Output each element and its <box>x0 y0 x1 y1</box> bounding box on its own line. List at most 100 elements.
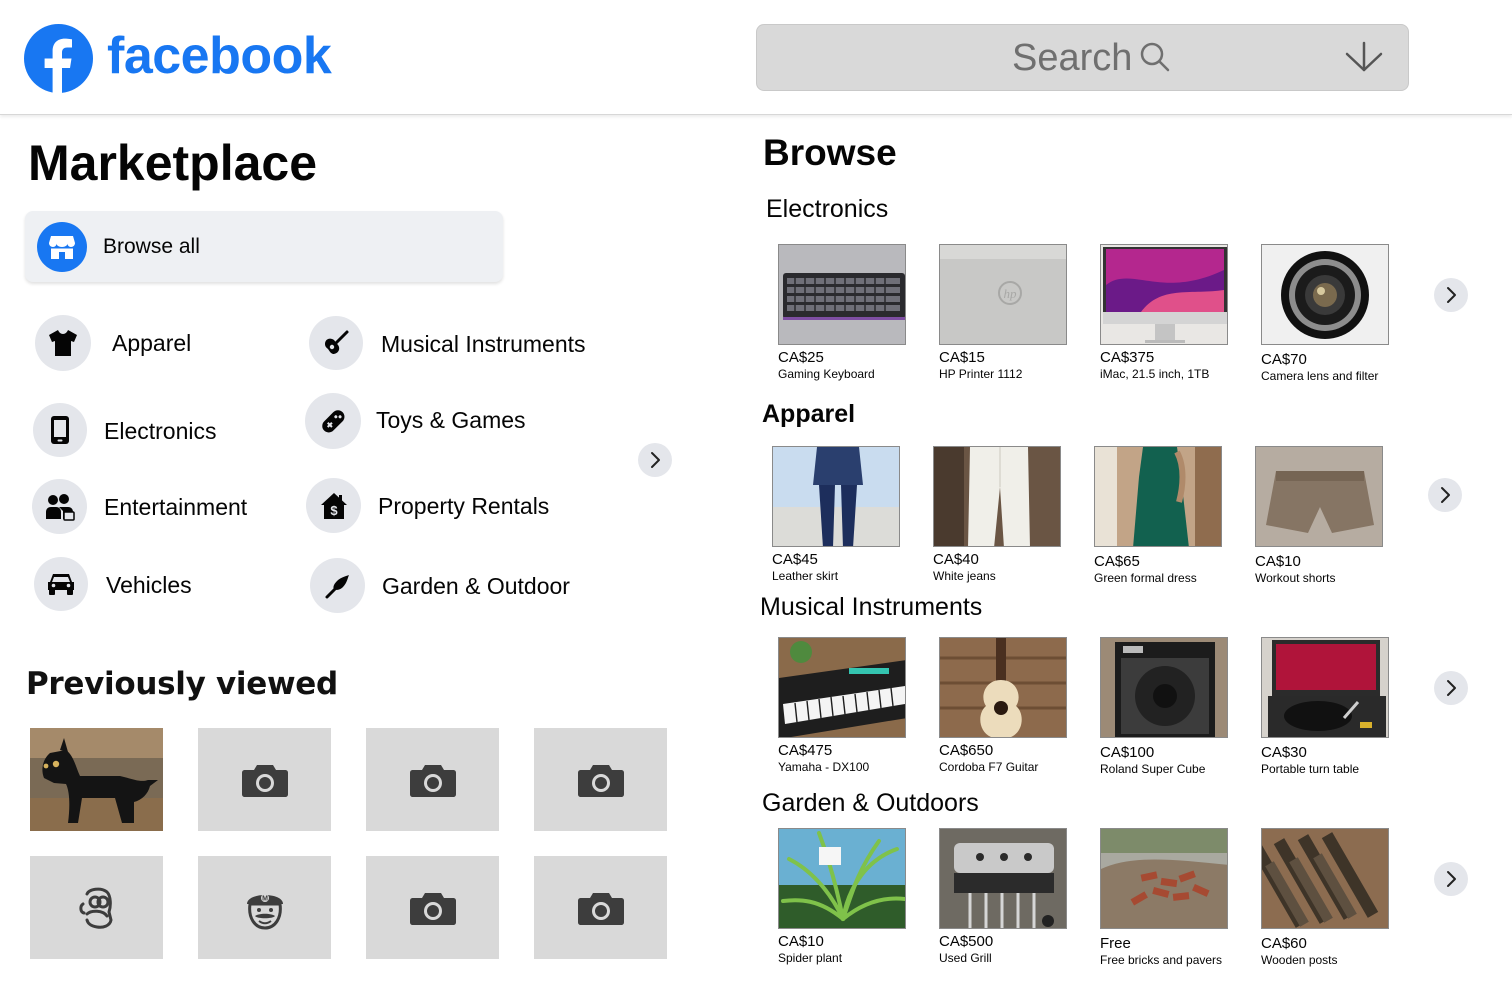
musical-instruments-next-button[interactable] <box>1434 671 1468 705</box>
category-label: Apparel <box>112 330 192 356</box>
svg-text:$: $ <box>330 503 338 518</box>
listing-photo <box>939 637 1067 738</box>
camera-icon <box>577 892 624 925</box>
listing-title: Free bricks and pavers <box>1100 953 1223 967</box>
previously-viewed-item[interactable] <box>534 856 667 959</box>
listing-title: Cordoba F7 Guitar <box>939 760 1039 774</box>
listing-price: CA$650 <box>939 742 994 759</box>
previously-viewed-item[interactable] <box>30 856 163 959</box>
gamepad-icon <box>305 393 361 449</box>
category-label: Musical Instruments <box>381 331 586 357</box>
listing-card[interactable]: CA$45 Leather skirt <box>772 446 900 583</box>
car-icon <box>34 557 88 611</box>
svg-text:hp: hp <box>1004 286 1018 301</box>
listing-card[interactable]: CA$40 White jeans <box>933 446 1061 583</box>
apparel-next-button[interactable] <box>1428 478 1462 512</box>
previously-viewed-item[interactable] <box>366 856 499 959</box>
listing-photo <box>1100 244 1228 345</box>
category-label: Property Rentals <box>378 493 550 519</box>
listing-card[interactable]: CA$500 Used Grill <box>939 828 1067 965</box>
search-bar[interactable]: Search <box>756 24 1409 91</box>
arrow-down-icon[interactable] <box>1344 40 1384 74</box>
listing-photo <box>778 828 906 929</box>
browse-all-button[interactable]: Browse all <box>25 211 503 282</box>
listing-price: CA$475 <box>778 742 833 759</box>
listing-card[interactable]: CA$100 Roland Super Cube <box>1100 637 1228 776</box>
listing-title: Wooden posts <box>1261 953 1338 967</box>
homer-icon <box>78 887 113 929</box>
listing-title: Leather skirt <box>772 569 839 583</box>
camera-icon <box>577 764 624 797</box>
listing-title: Workout shorts <box>1255 571 1336 585</box>
listing-card[interactable]: CA$10 Spider plant <box>778 828 906 965</box>
listing-price: CA$25 <box>778 349 824 366</box>
listing-card[interactable]: CA$375 iMac, 21.5 inch, 1TB <box>1100 244 1228 381</box>
listing-title: Green formal dress <box>1094 571 1197 585</box>
people-icon <box>32 479 87 534</box>
facebook-logo-icon[interactable] <box>24 24 93 93</box>
electronics-next-button[interactable] <box>1434 278 1468 312</box>
listing-price: CA$70 <box>1261 351 1307 368</box>
listing-photo <box>1261 828 1389 929</box>
listing-photo <box>778 637 906 738</box>
camera-icon <box>409 892 456 925</box>
camera-icon <box>409 764 456 797</box>
listing-card[interactable]: Free Free bricks and pavers <box>1100 828 1228 967</box>
listing-card[interactable]: hp CA$15 HP Printer 1112 <box>939 244 1067 381</box>
previously-viewed-item[interactable] <box>534 728 667 831</box>
listing-title: Portable turn table <box>1261 762 1360 776</box>
page-title: Marketplace <box>28 135 318 191</box>
listing-card[interactable]: CA$65 Green formal dress <box>1094 446 1222 585</box>
browse-heading: Browse <box>763 132 897 173</box>
listing-photo <box>1261 244 1389 345</box>
listing-price: CA$100 <box>1100 744 1155 761</box>
search-icon[interactable] <box>1138 40 1172 74</box>
listing-card[interactable]: CA$25 Gaming Keyboard <box>778 244 906 381</box>
guitar-icon <box>309 316 363 370</box>
listing-photo <box>933 446 1061 547</box>
listing-photo <box>1100 828 1228 929</box>
listing-card[interactable]: CA$475 Yamaha - DX100 <box>778 637 906 774</box>
shirt-icon <box>35 315 91 371</box>
category-label: Electronics <box>104 418 217 444</box>
listing-card[interactable]: CA$650 Cordoba F7 Guitar <box>939 637 1067 774</box>
listing-title: Camera lens and filter <box>1261 369 1379 383</box>
previously-viewed-item[interactable]: M <box>198 856 331 959</box>
listing-title: Used Grill <box>939 951 992 965</box>
facebook-wordmark[interactable]: facebook <box>107 26 332 86</box>
house-dollar-icon: $ <box>306 478 361 533</box>
categories-next-button[interactable] <box>638 443 672 477</box>
listing-card[interactable]: CA$60 Wooden posts <box>1261 828 1389 967</box>
section-heading-garden-outdoors[interactable]: Garden & Outdoors <box>762 789 979 818</box>
listing-card[interactable]: CA$70 Camera lens and filter <box>1261 244 1389 383</box>
previously-viewed-item[interactable] <box>30 728 163 831</box>
chevron-right-icon <box>1447 680 1456 696</box>
listing-title: HP Printer 1112 <box>939 367 1023 381</box>
listing-title: Spider plant <box>778 951 843 965</box>
listing-photo <box>939 828 1067 929</box>
listing-card[interactable]: CA$10 Workout shorts <box>1255 446 1383 585</box>
listing-photo <box>772 446 900 547</box>
listing-title: Gaming Keyboard <box>778 367 875 381</box>
listing-card[interactable]: CA$30 Portable turn table <box>1261 637 1389 776</box>
top-bar: facebook Search <box>0 0 1512 115</box>
category-label: Garden & Outdoor <box>382 573 570 599</box>
listing-photo <box>1255 446 1383 547</box>
chevron-right-icon <box>1441 487 1450 503</box>
listing-title: Yamaha - DX100 <box>778 760 870 774</box>
listing-photo <box>778 244 906 345</box>
section-heading-electronics[interactable]: Electronics <box>766 195 888 224</box>
listing-price: CA$45 <box>772 551 818 568</box>
dog-figurine-photo <box>30 728 163 831</box>
section-heading-apparel[interactable]: Apparel <box>762 400 855 429</box>
previously-viewed-heading: Previously viewed <box>26 666 338 702</box>
previously-viewed-item[interactable] <box>366 728 499 831</box>
storefront-icon <box>37 222 87 272</box>
listing-photo <box>1094 446 1222 547</box>
listing-photo: hp <box>939 244 1067 345</box>
browse-all-label: Browse all <box>103 235 200 258</box>
phone-icon <box>33 403 87 457</box>
section-heading-musical-instruments[interactable]: Musical Instruments <box>760 593 982 622</box>
garden-outdoors-next-button[interactable] <box>1434 862 1468 896</box>
previously-viewed-item[interactable] <box>198 728 331 831</box>
